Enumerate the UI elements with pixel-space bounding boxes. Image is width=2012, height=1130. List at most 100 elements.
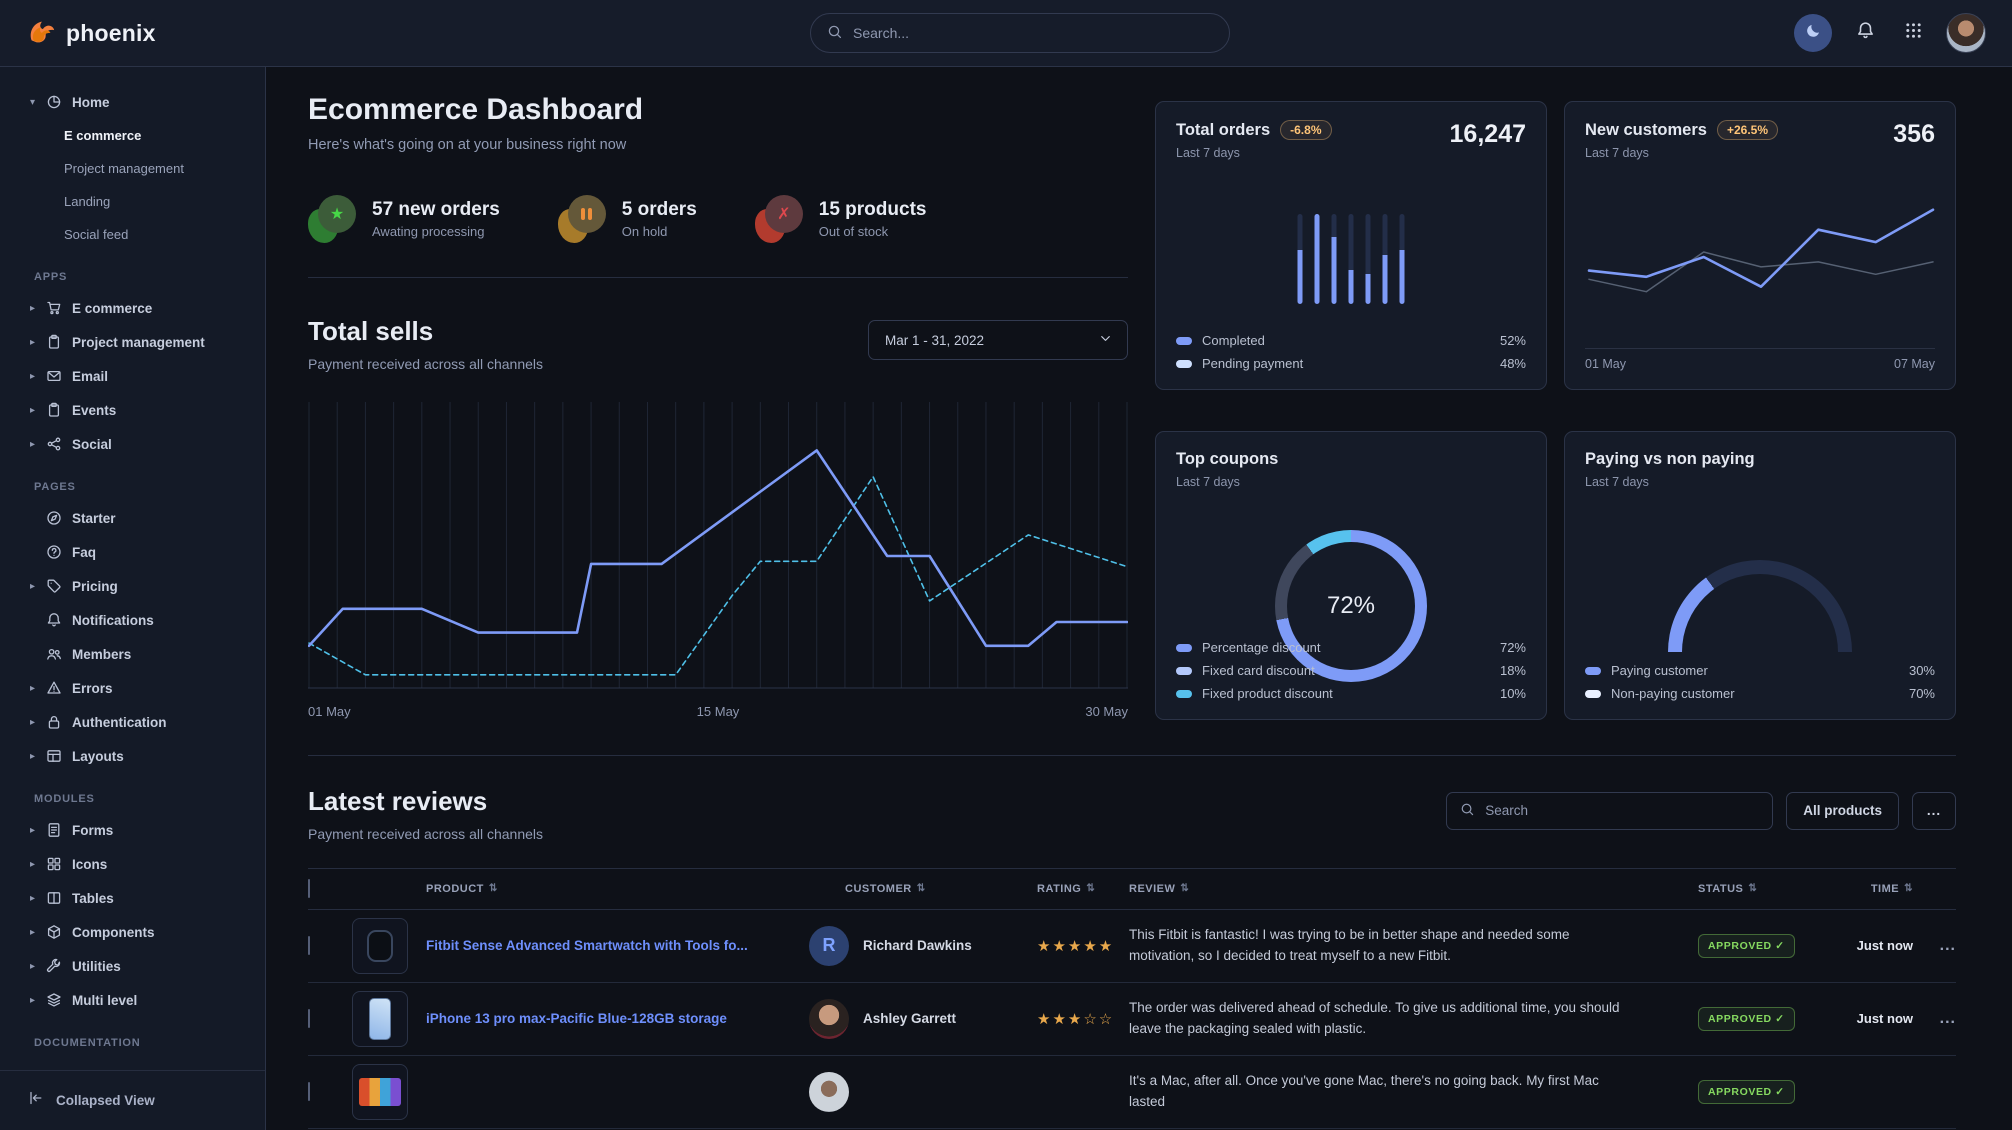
- sidebar-subitem-project-management[interactable]: Project management: [0, 152, 265, 185]
- legend-swatch: [1176, 360, 1192, 368]
- product-thumbnail: [352, 991, 408, 1047]
- sidebar-subitem-e-commerce[interactable]: E commerce: [0, 119, 265, 152]
- phoenix-logo-icon: [26, 16, 56, 51]
- column-header-review[interactable]: REVIEW⇅: [1129, 883, 1671, 895]
- caret-right-icon: ▸: [30, 893, 46, 904]
- donut-center-label: 72%: [1327, 592, 1375, 620]
- sidebar-item-authentication[interactable]: ▸Authentication: [0, 705, 265, 739]
- row-actions-button[interactable]: ...: [1913, 1010, 1956, 1028]
- caret-right-icon: ▸: [30, 859, 46, 870]
- grid-squares-icon: [46, 856, 72, 872]
- customer-name: Richard Dawkins: [863, 938, 972, 953]
- legend-item-paying-customer: Paying customer30%: [1585, 659, 1935, 682]
- legend-item-fixed-card-discount: Fixed card discount18%: [1176, 659, 1526, 682]
- apps-menu-button[interactable]: [1898, 18, 1928, 48]
- sidebar-item-errors[interactable]: ▸Errors: [0, 671, 265, 705]
- sidebar-subitem-social-feed[interactable]: Social feed: [0, 218, 265, 251]
- caret-right-icon: ▸: [30, 995, 46, 1006]
- total-sells-title: Total sells: [308, 316, 543, 347]
- caret-down-icon: ▾: [30, 97, 46, 108]
- sidebar-item-members[interactable]: Members: [0, 637, 265, 671]
- sidebar-item-components[interactable]: ▸Components: [0, 915, 265, 949]
- reviews-title: Latest reviews: [308, 786, 543, 817]
- all-products-button[interactable]: All products: [1786, 792, 1899, 830]
- main-content: Ecommerce Dashboard Here's what's going …: [266, 67, 2012, 1130]
- stats-row: ★57 new ordersAwating processing5 orders…: [308, 195, 1128, 243]
- legend-value: 30%: [1909, 663, 1935, 678]
- columns-icon: [46, 890, 72, 906]
- search-placeholder: Search: [1485, 803, 1528, 818]
- more-options-button[interactable]: ...: [1912, 792, 1956, 830]
- collapsed-view-toggle[interactable]: Collapsed View: [0, 1070, 265, 1130]
- product-link[interactable]: Fitbit Sense Advanced Smartwatch with To…: [426, 938, 809, 953]
- sidebar-item-label: Icons: [72, 857, 107, 872]
- column-header-customer[interactable]: CUSTOMER⇅: [809, 883, 1013, 895]
- chevron-down-icon: [1098, 331, 1113, 349]
- row-checkbox[interactable]: [308, 1082, 310, 1101]
- coupons-legend: Percentage discount72%Fixed card discoun…: [1176, 636, 1526, 705]
- sidebar-item-multi-level[interactable]: ▸Multi level: [0, 983, 265, 1017]
- date-range-select[interactable]: Mar 1 - 31, 2022: [868, 320, 1128, 360]
- trend-badge: -6.8%: [1280, 120, 1331, 140]
- sidebar-item-tables[interactable]: ▸Tables: [0, 881, 265, 915]
- sidebar-item-layouts[interactable]: ▸Layouts: [0, 739, 265, 773]
- sidebar-item-notifications[interactable]: Notifications: [0, 603, 265, 637]
- brand[interactable]: phoenix: [26, 16, 156, 51]
- sidebar-item-starter[interactable]: Starter: [0, 501, 265, 535]
- orders-legend: Completed52%Pending payment48%: [1176, 329, 1526, 375]
- order-bar: [1400, 214, 1405, 304]
- divider: [308, 277, 1128, 278]
- pause-badge-icon: [558, 195, 606, 243]
- legend-label: Fixed card discount: [1202, 663, 1315, 678]
- global-search-input[interactable]: Search...: [810, 13, 1230, 53]
- x-label-mid: 15 May: [697, 704, 740, 719]
- sidebar-item-label: Layouts: [72, 749, 124, 764]
- row-checkbox[interactable]: [308, 1009, 310, 1028]
- sidebar-section-heading-pages: PAGES: [0, 461, 265, 501]
- reviews-search-input[interactable]: Search: [1446, 792, 1773, 830]
- collapsed-view-label: Collapsed View: [56, 1093, 155, 1108]
- user-avatar[interactable]: [1946, 13, 1986, 53]
- share-icon: [46, 436, 72, 452]
- column-header-rating[interactable]: RATING⇅: [1013, 883, 1129, 895]
- sidebar-subitem-landing[interactable]: Landing: [0, 185, 265, 218]
- page-subtitle: Here's what's going on at your business …: [308, 137, 1128, 153]
- select-all-checkbox[interactable]: [308, 879, 310, 898]
- stat-awating-processing: ★57 new ordersAwating processing: [308, 195, 500, 243]
- moon-icon: [1805, 22, 1822, 44]
- sidebar-item-label: Home: [72, 95, 110, 110]
- column-header-status[interactable]: STATUS⇅: [1671, 883, 1803, 895]
- total-sells-chart: [308, 398, 1128, 698]
- product-link[interactable]: iPhone 13 pro max-Pacific Blue-128GB sto…: [426, 1011, 809, 1026]
- sidebar-item-faq[interactable]: Faq: [0, 535, 265, 569]
- row-checkbox[interactable]: [308, 936, 310, 955]
- theme-toggle-button[interactable]: [1794, 14, 1832, 52]
- sidebar-item-project-management[interactable]: ▸Project management: [0, 325, 265, 359]
- sidebar-item-social[interactable]: ▸Social: [0, 427, 265, 461]
- table-row: iPhone 13 pro max-Pacific Blue-128GB sto…: [308, 983, 1956, 1056]
- sidebar-item-pricing[interactable]: ▸Pricing: [0, 569, 265, 603]
- star-badge-icon: ★: [308, 195, 356, 243]
- sidebar-item-icons[interactable]: ▸ Icons: [0, 847, 265, 881]
- box-icon: [46, 924, 72, 940]
- sidebar-item-e-commerce[interactable]: ▸E commerce: [0, 291, 265, 325]
- date-range-value: Mar 1 - 31, 2022: [885, 333, 984, 348]
- column-header-product[interactable]: PRODUCT⇅: [426, 883, 809, 895]
- caret-right-icon: ▸: [30, 581, 46, 592]
- sidebar-item-utilities[interactable]: ▸Utilities: [0, 949, 265, 983]
- column-header-time[interactable]: TIME⇅: [1803, 883, 1913, 895]
- legend-value: 70%: [1909, 686, 1935, 701]
- notifications-button[interactable]: [1850, 18, 1880, 48]
- app-root: phoenix Search... ▾ Home E commerceProject…: [0, 0, 2012, 1130]
- sidebar-item-home[interactable]: ▾ Home: [0, 85, 265, 119]
- row-actions-button[interactable]: ...: [1913, 937, 1956, 955]
- latest-reviews-section: Latest reviews Payment received across a…: [308, 755, 1956, 1130]
- table-row: Fitbit Sense Advanced Smartwatch with To…: [308, 910, 1956, 983]
- sidebar-item-events[interactable]: ▸Events: [0, 393, 265, 427]
- order-bar: [1315, 214, 1320, 304]
- card-period: Last 7 days: [1585, 475, 1755, 489]
- sidebar-item-email[interactable]: ▸Email: [0, 359, 265, 393]
- sidebar-item-forms[interactable]: ▸Forms: [0, 813, 265, 847]
- sidebar-section-heading-modules: MODULES: [0, 773, 265, 813]
- sort-icon: ⇅: [917, 883, 926, 894]
